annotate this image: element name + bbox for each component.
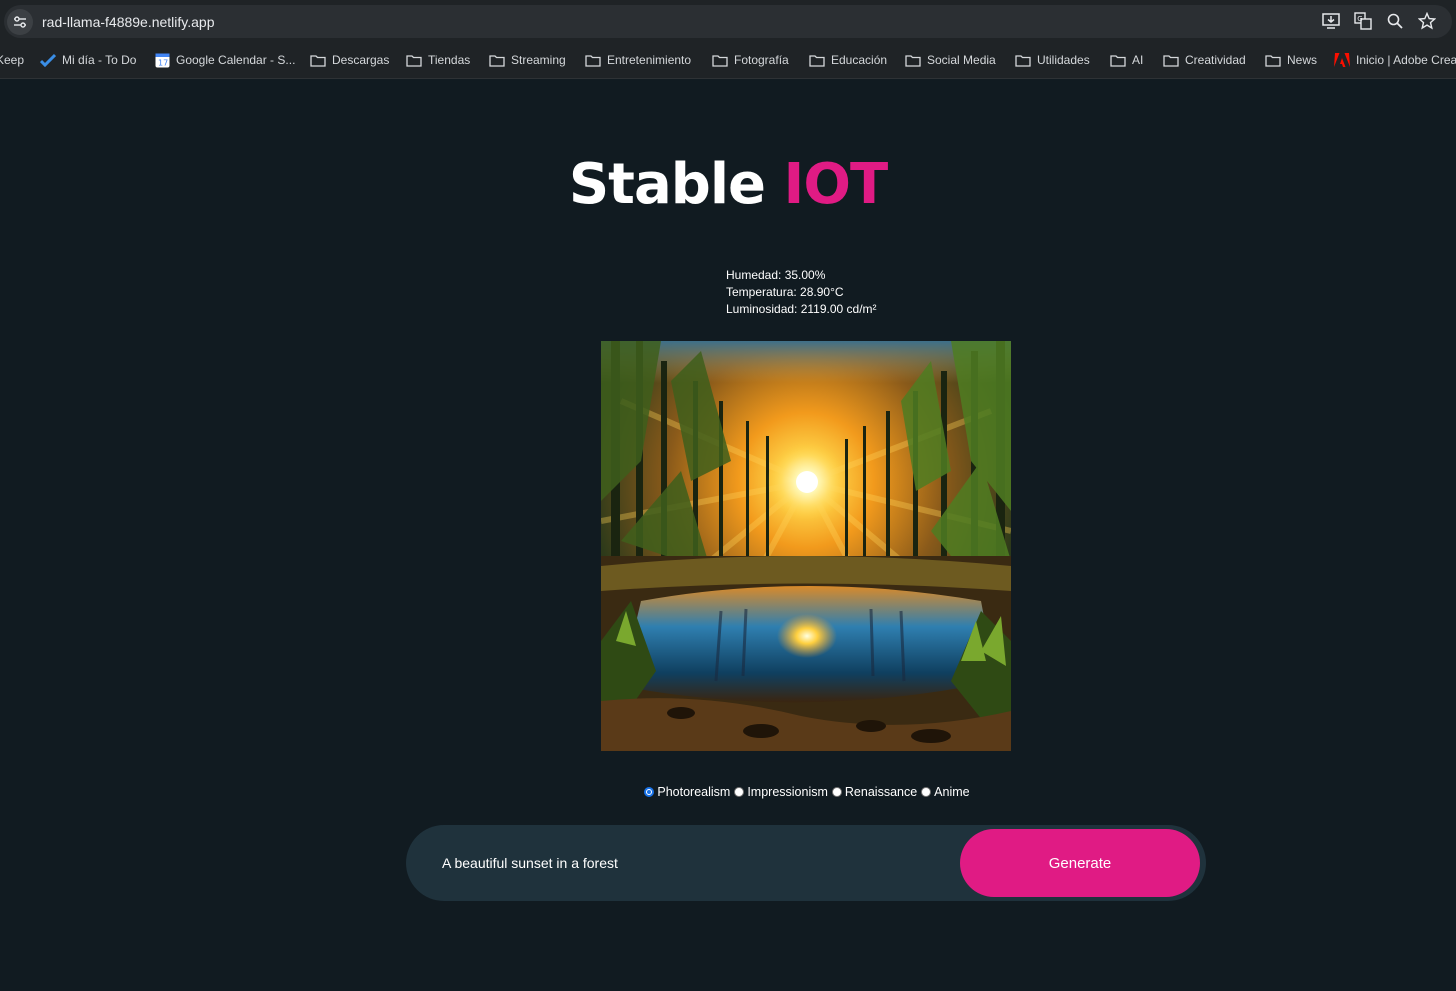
generated-image [601,341,1011,751]
bookmark-folder-social-media[interactable]: Social Media [905,42,996,78]
bookmark-folder-entretenimiento[interactable]: Entretenimiento [585,42,691,78]
prompt-input[interactable] [440,849,940,877]
title-accent: IOT [783,152,889,217]
bookmark-label: Utilidades [1037,53,1090,67]
folder-icon [406,53,422,67]
bookmark-label: Descargas [332,53,390,67]
style-label: Impressionism [747,785,828,799]
prompt-bar: Generate [406,825,1206,901]
site-info-icon[interactable] [7,8,33,35]
folder-icon [712,53,728,67]
folder-icon [809,53,825,67]
address-bar[interactable]: rad-llama-f4889e.netlify.app G [4,5,1452,38]
folder-icon [905,53,921,67]
bookmark-label: Mi día - To Do [62,53,137,67]
url-text[interactable]: rad-llama-f4889e.netlify.app [42,14,215,30]
folder-icon [1110,53,1126,67]
calendar-icon: 17 [154,53,170,67]
bookmark-folder-educacion[interactable]: Educación [809,42,887,78]
bookmark-folder-ai[interactable]: AI [1110,42,1143,78]
bookmark-folder-creatividad[interactable]: Creatividad [1163,42,1246,78]
install-app-icon[interactable] [1320,9,1342,33]
bookmark-folder-utilidades[interactable]: Utilidades [1015,42,1090,78]
style-option-impressionism[interactable]: Impressionism [734,785,828,799]
bookmark-label: Entretenimiento [607,53,692,67]
bookmark-adobe[interactable]: Inicio | Adobe Crea [1334,42,1456,78]
bookmark-label: News [1287,53,1318,67]
translate-icon[interactable]: G [1352,9,1374,33]
sensor-readings: Humedad: 35.00% Temperatura: 28.90°C Lum… [726,267,877,318]
page-content: Stable IOT Humedad: 35.00% Temperatura: … [0,80,1456,991]
folder-icon [310,53,326,67]
bookmark-folder-streaming[interactable]: Streaming [489,42,566,78]
bookmark-label: Inicio | Adobe Crea [1356,53,1456,67]
style-option-photorealism[interactable]: Photorealism [644,785,730,799]
bookmark-folder-descargas[interactable]: Descargas [310,42,389,78]
bookmark-label: Streaming [511,53,566,67]
radio-photorealism[interactable] [644,787,655,797]
style-label: Anime [934,785,970,799]
bookmark-label: Google Calendar - S... [176,53,296,67]
page-title: Stable IOT [0,152,1456,217]
svg-text:G: G [1357,15,1362,23]
folder-icon [1265,53,1281,67]
bookmark-keep[interactable]: Keep [0,42,24,78]
bookmark-todo[interactable]: Mi día - To Do [40,42,136,78]
bookmarks-bar: Keep Mi día - To Do 17 Google Calendar -… [0,42,1456,79]
folder-icon [489,53,505,67]
style-option-anime[interactable]: Anime [921,785,970,799]
adobe-icon [1334,53,1350,67]
bookmark-label: Social Media [927,53,996,67]
folder-icon [1163,53,1179,67]
luminosity-reading: Luminosidad: 2119.00 cd/m² [726,302,877,316]
bookmark-label: Keep [0,53,25,67]
bookmark-label: Educación [831,53,888,67]
bookmark-label: Tiendas [428,53,471,67]
style-option-renaissance[interactable]: Renaissance [831,785,918,799]
bookmark-folder-news[interactable]: News [1265,42,1317,78]
bookmark-label: Creatividad [1185,53,1246,67]
svg-text:17: 17 [158,58,168,67]
style-selector: Photorealism Impressionism Renaissance A… [0,785,1456,799]
folder-icon [585,53,601,67]
humidity-reading: Humedad: 35.00% [726,268,826,282]
style-label: Photorealism [657,785,731,799]
generate-button[interactable]: Generate [960,829,1200,897]
bookmark-folder-fotografia[interactable]: Fotografía [712,42,789,78]
folder-icon [1015,53,1031,67]
temperature-reading: Temperatura: 28.90°C [726,285,844,299]
bookmark-star-icon[interactable] [1416,9,1438,33]
radio-impressionism[interactable] [734,787,745,797]
radio-anime[interactable] [921,787,932,797]
title-main: Stable [568,152,766,217]
bookmark-label: Fotografía [734,53,789,67]
todo-icon [40,53,56,67]
zoom-icon[interactable] [1384,9,1406,33]
bookmark-label: AI [1132,53,1144,67]
bookmark-folder-tiendas[interactable]: Tiendas [406,42,470,78]
radio-renaissance[interactable] [831,787,842,797]
style-label: Renaissance [844,785,918,799]
bookmark-calendar[interactable]: 17 Google Calendar - S... [154,42,295,78]
browser-toolbar: rad-llama-f4889e.netlify.app G [0,0,1456,42]
